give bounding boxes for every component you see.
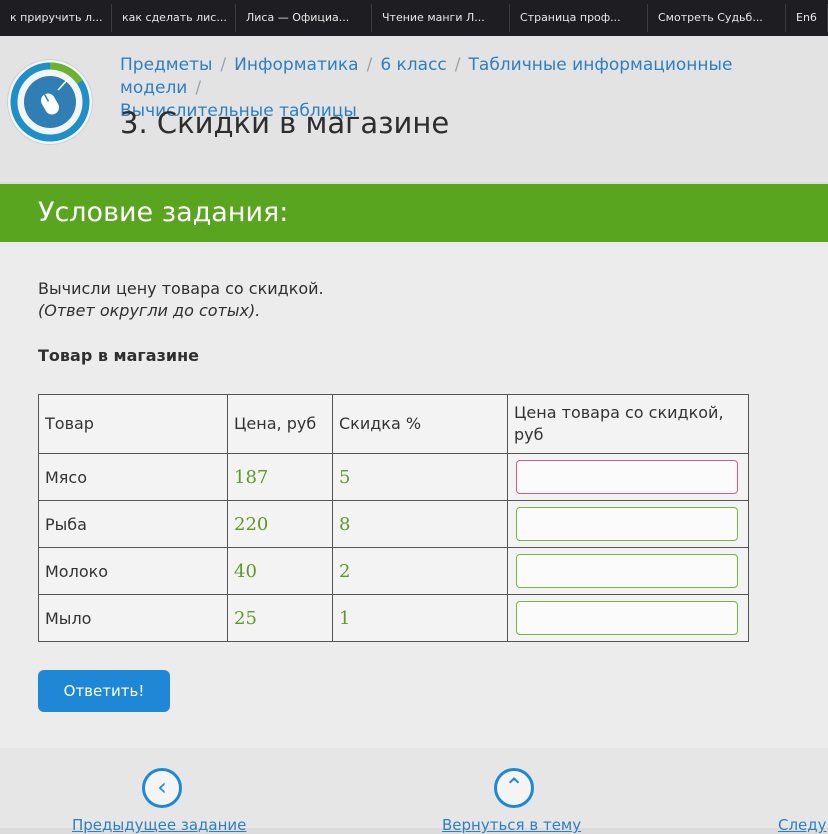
product-discount: 1 xyxy=(332,594,508,642)
task-rounding-note: (Ответ округли до сотых). xyxy=(38,301,261,320)
back-to-topic-link[interactable]: Вернуться в тему xyxy=(442,816,581,834)
product-discount: 2 xyxy=(332,547,508,595)
task-instruction-text: Вычисли цену товара со скидкой. xyxy=(38,279,324,298)
product-discount: 5 xyxy=(332,453,508,501)
breadcrumb-separator: / xyxy=(220,55,227,75)
product-price: 220 xyxy=(227,500,333,548)
browser-tab[interactable]: Смотреть Судьб... xyxy=(648,4,786,32)
browser-tab[interactable]: Страница проф... xyxy=(510,4,648,32)
product-price: 187 xyxy=(227,453,333,501)
mouse-logo-icon xyxy=(8,60,92,144)
table-title: Товар в магазине xyxy=(38,346,199,365)
column-header: Цена товара со скидкой, руб xyxy=(507,394,749,454)
discounted-price-input[interactable] xyxy=(516,554,738,588)
breadcrumb-separator: / xyxy=(195,78,202,98)
breadcrumb-link[interactable]: Предметы xyxy=(120,55,212,75)
browser-tab-strip: к приручить л... как сделать лис... Лиса… xyxy=(0,0,828,36)
table-header-row: Товар Цена, руб Скидка % Цена товара со … xyxy=(38,394,749,454)
column-header: Товар xyxy=(38,394,228,454)
page-title: 3. Скидки в магазине xyxy=(120,106,450,140)
product-price: 25 xyxy=(227,594,333,642)
product-name: Молоко xyxy=(38,547,228,595)
task-content: Вычисли цену товара со скидкой. (Ответ о… xyxy=(0,242,828,748)
breadcrumb-separator: / xyxy=(366,55,373,75)
product-price: 40 xyxy=(227,547,333,595)
discounted-price-input[interactable] xyxy=(516,601,738,635)
discounted-price-input[interactable] xyxy=(516,507,738,541)
column-header: Цена, руб xyxy=(227,394,333,454)
breadcrumb-link[interactable]: Информатика xyxy=(234,55,358,75)
goods-table: Товар Цена, руб Скидка % Цена товара со … xyxy=(38,394,749,642)
answer-cell xyxy=(507,547,749,595)
product-name: Мясо xyxy=(38,453,228,501)
discounted-price-input[interactable] xyxy=(516,460,738,494)
product-discount: 8 xyxy=(332,500,508,548)
next-task-link[interactable]: Следу xyxy=(778,816,827,834)
task-condition-banner: Условие задания: xyxy=(0,184,828,242)
chevron-up-icon[interactable]: ⌃ xyxy=(494,768,534,808)
chevron-left-icon[interactable]: ‹ xyxy=(142,768,182,808)
browser-tab[interactable]: Чтение манги Л... xyxy=(372,4,510,32)
submit-answer-button[interactable]: Ответить! xyxy=(38,670,170,712)
browser-tab[interactable]: как сделать лис... xyxy=(112,4,236,32)
previous-task-link[interactable]: Предыдущее задание xyxy=(72,816,246,834)
breadcrumb-link[interactable]: 6 класс xyxy=(380,55,446,75)
browser-tab[interactable]: к приручить л... xyxy=(0,4,112,32)
breadcrumb-separator: / xyxy=(454,55,461,75)
page-header: Предметы / Информатика/6 класс / Табличные и… xyxy=(0,36,828,182)
answer-cell xyxy=(507,500,749,548)
table-row: Мыло 25 1 xyxy=(38,594,749,642)
table-row: Рыба 220 8 xyxy=(38,500,749,548)
product-name: Мыло xyxy=(38,594,228,642)
answer-cell xyxy=(507,594,749,642)
table-row: Молоко 40 2 xyxy=(38,547,749,595)
task-instructions: Вычисли цену товара со скидкой. (Ответ о… xyxy=(38,278,324,322)
answer-cell xyxy=(507,453,749,501)
column-header: Скидка % xyxy=(332,394,508,454)
table-row: Мясо 187 5 xyxy=(38,453,749,501)
bottom-navigation: ‹ Предыдущее задание ⌃ Вернуться в тему … xyxy=(0,748,828,834)
product-name: Рыба xyxy=(38,500,228,548)
browser-tab[interactable]: Лиса — Официа... xyxy=(236,4,372,32)
browser-tab[interactable]: En6 xyxy=(786,4,828,32)
